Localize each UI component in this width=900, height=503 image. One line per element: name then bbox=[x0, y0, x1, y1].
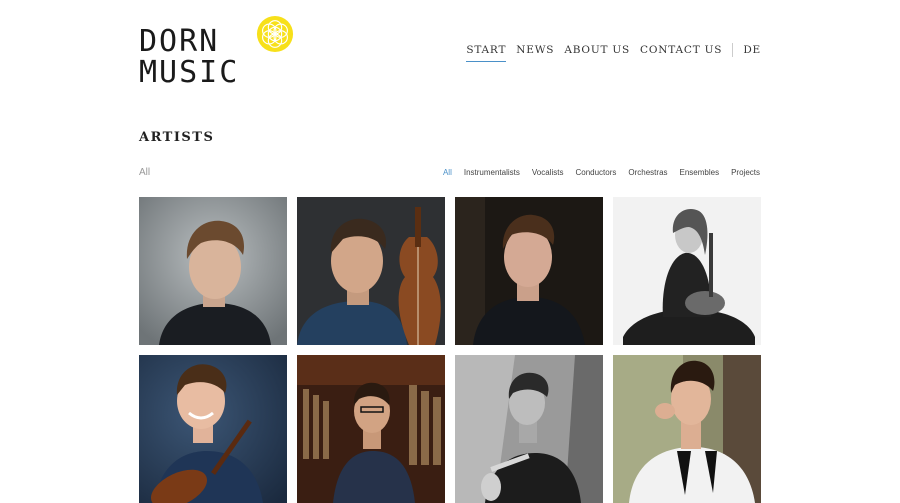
artist-card[interactable] bbox=[613, 197, 761, 345]
artist-card[interactable] bbox=[455, 355, 603, 503]
filter-instrumentalists[interactable]: Instrumentalists bbox=[464, 168, 520, 177]
language-switch[interactable]: DE bbox=[743, 44, 761, 62]
artist-card[interactable] bbox=[613, 355, 761, 503]
logo-line-2: MUSIC bbox=[139, 55, 240, 90]
filter-conductors[interactable]: Conductors bbox=[575, 168, 616, 177]
main-nav: START NEWS ABOUT US CONTACT US DE bbox=[456, 43, 761, 63]
filter-projects[interactable]: Projects bbox=[731, 168, 760, 177]
artist-portrait bbox=[455, 197, 603, 345]
flower-of-life-icon bbox=[256, 15, 294, 53]
filter-orchestras[interactable]: Orchestras bbox=[628, 168, 667, 177]
artist-portrait bbox=[613, 197, 761, 345]
artist-portrait bbox=[139, 355, 287, 503]
artist-portrait bbox=[455, 355, 603, 503]
artist-grid bbox=[139, 197, 761, 503]
logo[interactable]: DORN MUSIC bbox=[139, 15, 294, 90]
artist-card[interactable] bbox=[139, 197, 287, 345]
artist-filters: All Instrumentalists Vocalists Conductor… bbox=[431, 168, 760, 177]
artist-card[interactable] bbox=[297, 355, 445, 503]
artist-card[interactable] bbox=[139, 355, 287, 503]
artist-card[interactable] bbox=[297, 197, 445, 345]
nav-divider bbox=[732, 43, 734, 57]
nav-contact-us[interactable]: CONTACT US bbox=[640, 44, 722, 62]
logo-wordmark: DORN MUSIC bbox=[139, 24, 240, 90]
filter-ensembles[interactable]: Ensembles bbox=[680, 168, 720, 177]
section-title: ARTISTS bbox=[139, 130, 215, 145]
nav-news[interactable]: NEWS bbox=[516, 44, 554, 62]
logo-line-1: DORN bbox=[139, 24, 220, 59]
artist-portrait bbox=[297, 355, 445, 503]
current-filter-label: All bbox=[139, 167, 151, 178]
filter-vocalists[interactable]: Vocalists bbox=[532, 168, 564, 177]
nav-start[interactable]: START bbox=[466, 44, 507, 62]
nav-about-us[interactable]: ABOUT US bbox=[564, 44, 630, 62]
artist-portrait bbox=[139, 197, 287, 345]
artist-card[interactable] bbox=[455, 197, 603, 345]
filter-all[interactable]: All bbox=[443, 168, 452, 177]
artist-portrait bbox=[613, 355, 761, 503]
artist-portrait bbox=[297, 197, 445, 345]
